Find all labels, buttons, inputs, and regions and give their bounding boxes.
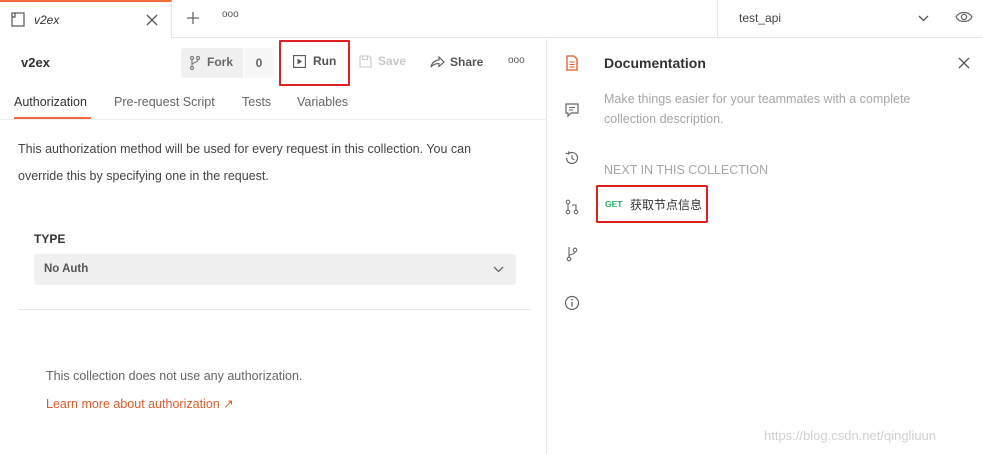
collection-tab[interactable]: v2ex <box>0 0 172 38</box>
watermark: https://blog.csdn.net/qingliuun <box>764 428 937 443</box>
request-method-badge: GET <box>605 199 623 209</box>
request-item[interactable]: GET 获取节点信息 <box>596 185 708 223</box>
chevron-down-icon <box>493 266 504 273</box>
more-icon[interactable]: ooo <box>222 9 239 20</box>
environment-label: test_api <box>739 11 782 25</box>
run-button[interactable]: Run <box>279 40 350 86</box>
auth-type-value: No Auth <box>44 263 89 275</box>
plus-icon[interactable] <box>186 11 200 25</box>
documentation-description[interactable]: Make things easier for your teammates wi… <box>604 89 934 129</box>
documentation-title: Documentation <box>604 55 706 71</box>
share-icon <box>430 56 445 68</box>
pull-request-icon[interactable] <box>564 199 580 215</box>
tab-pre-request-script[interactable]: Pre-request Script <box>114 95 215 109</box>
no-auth-message: This collection does not use any authori… <box>46 369 303 383</box>
chevron-down-icon <box>918 15 929 22</box>
info-icon[interactable] <box>564 295 580 311</box>
close-icon[interactable] <box>958 57 970 69</box>
save-label: Save <box>378 54 407 68</box>
more-actions-button[interactable]: ooo <box>508 55 525 66</box>
auth-type-label: TYPE <box>34 232 66 246</box>
play-icon <box>293 55 306 68</box>
next-in-collection-label: NEXT IN THIS COLLECTION <box>604 163 769 177</box>
branch-icon[interactable] <box>564 246 580 262</box>
tab-bar: v2ex ooo test_api <box>0 0 983 38</box>
save-icon <box>359 55 372 68</box>
environment-select[interactable]: test_api <box>717 0 943 38</box>
request-name: 获取节点信息 <box>630 198 703 212</box>
tab-title: v2ex <box>34 13 60 27</box>
learn-more-link[interactable]: Learn more about authorization ↗ <box>46 396 234 411</box>
collection-icon <box>11 12 25 27</box>
share-button[interactable]: Share <box>430 54 490 74</box>
fork-label: Fork <box>207 55 234 69</box>
collection-name: v2ex <box>21 55 50 70</box>
fork-count: 0 <box>244 48 274 78</box>
run-label: Run <box>313 54 337 68</box>
tab-authorization[interactable]: Authorization <box>14 95 87 109</box>
fork-button[interactable]: Fork <box>181 48 243 78</box>
auth-description: This authorization method will be used f… <box>18 142 472 183</box>
close-icon[interactable] <box>146 14 158 26</box>
auth-type-select[interactable]: No Auth <box>34 254 516 285</box>
tab-tests[interactable]: Tests <box>242 95 271 109</box>
eye-icon[interactable] <box>955 10 973 24</box>
collection-subtabs: Authorization Pre-request Script Tests V… <box>0 87 547 120</box>
comments-icon[interactable] <box>564 102 580 118</box>
save-button[interactable]: Save <box>359 53 411 73</box>
share-label: Share <box>450 55 484 69</box>
history-icon[interactable] <box>564 150 580 166</box>
documentation-icon[interactable] <box>564 55 580 71</box>
fork-icon <box>190 56 200 70</box>
tab-variables[interactable]: Variables <box>297 95 348 109</box>
collection-pane: v2ex Fork 0 Run Save Share ooo Authoriza <box>0 39 547 454</box>
divider <box>18 309 531 310</box>
active-tab-indicator <box>14 117 91 119</box>
